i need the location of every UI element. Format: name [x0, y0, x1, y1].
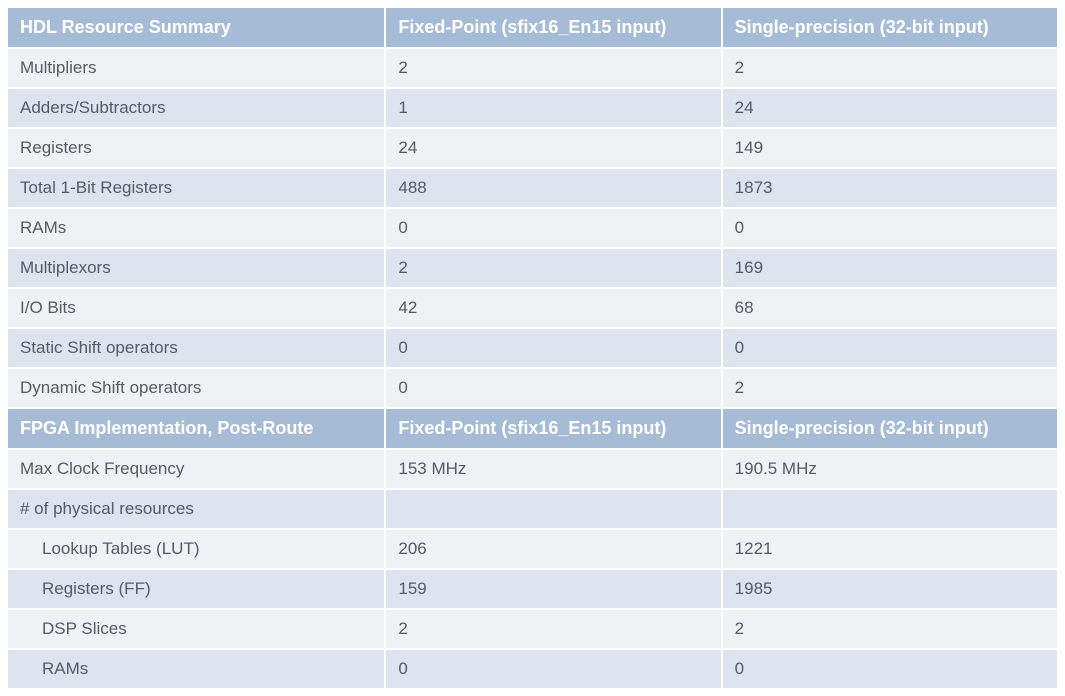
table-row: Total 1-Bit Registers4881873: [7, 168, 1058, 208]
row-label: Total 1-Bit Registers: [7, 168, 385, 208]
row-value-single: 68: [722, 288, 1058, 328]
row-label: Multiplexors: [7, 248, 385, 288]
row-value-fixed: 153 MHz: [385, 449, 721, 489]
table-row: Dynamic Shift operators02: [7, 368, 1058, 408]
row-value-single: 2: [722, 609, 1058, 649]
row-label: # of physical resources: [7, 489, 385, 529]
row-label: DSP Slices: [7, 609, 385, 649]
row-value-single: 0: [722, 328, 1058, 368]
row-value-single: 190.5 MHz: [722, 449, 1058, 489]
table-row: Lookup Tables (LUT)2061221: [7, 529, 1058, 569]
table-row: RAMs00: [7, 208, 1058, 248]
row-value-single: 1985: [722, 569, 1058, 609]
row-label: Dynamic Shift operators: [7, 368, 385, 408]
row-label: Static Shift operators: [7, 328, 385, 368]
row-value-single: 0: [722, 208, 1058, 248]
row-label: Registers (FF): [7, 569, 385, 609]
row-label: RAMs: [7, 649, 385, 689]
row-value-fixed: 159: [385, 569, 721, 609]
table-header-hdl-col-2: Single-precision (32-bit input): [722, 7, 1058, 48]
table-header-hdl-col-0: HDL Resource Summary: [7, 7, 385, 48]
table-row: Registers24149: [7, 128, 1058, 168]
table-header-fpga-col-1: Fixed-Point (sfix16_En15 input): [385, 408, 721, 449]
table-row: Adders/Subtractors124: [7, 88, 1058, 128]
row-value-fixed: 206: [385, 529, 721, 569]
row-value-single: 2: [722, 48, 1058, 88]
row-value-single: 149: [722, 128, 1058, 168]
row-value-fixed: 2: [385, 609, 721, 649]
row-value-fixed: 42: [385, 288, 721, 328]
row-value-fixed: 0: [385, 328, 721, 368]
table-row: Max Clock Frequency153 MHz190.5 MHz: [7, 449, 1058, 489]
row-value-single: 24: [722, 88, 1058, 128]
row-value-fixed: [385, 489, 721, 529]
row-value-fixed: 488: [385, 168, 721, 208]
table-header-fpga-col-2: Single-precision (32-bit input): [722, 408, 1058, 449]
row-value-single: [722, 489, 1058, 529]
row-value-fixed: 2: [385, 48, 721, 88]
table-row: I/O Bits4268: [7, 288, 1058, 328]
table-row: DSP Slices22: [7, 609, 1058, 649]
row-label: Max Clock Frequency: [7, 449, 385, 489]
table-header-fpga: FPGA Implementation, Post-RouteFixed-Poi…: [7, 408, 1058, 449]
table-header-fpga-col-0: FPGA Implementation, Post-Route: [7, 408, 385, 449]
row-label: Lookup Tables (LUT): [7, 529, 385, 569]
row-value-single: 1221: [722, 529, 1058, 569]
row-label: Adders/Subtractors: [7, 88, 385, 128]
table-header-hdl: HDL Resource SummaryFixed-Point (sfix16_…: [7, 7, 1058, 48]
table-row: Multiplexors2169: [7, 248, 1058, 288]
table-row: Static Shift operators00: [7, 328, 1058, 368]
row-value-single: 169: [722, 248, 1058, 288]
row-value-fixed: 0: [385, 368, 721, 408]
table-row: Registers (FF)1591985: [7, 569, 1058, 609]
row-label: I/O Bits: [7, 288, 385, 328]
table-header-hdl-col-1: Fixed-Point (sfix16_En15 input): [385, 7, 721, 48]
row-value-fixed: 24: [385, 128, 721, 168]
row-value-fixed: 0: [385, 649, 721, 689]
table-row: Multipliers22: [7, 48, 1058, 88]
row-value-fixed: 2: [385, 248, 721, 288]
row-value-single: 0: [722, 649, 1058, 689]
row-label: Registers: [7, 128, 385, 168]
table-row: # of physical resources: [7, 489, 1058, 529]
row-value-fixed: 1: [385, 88, 721, 128]
table-row: RAMs00: [7, 649, 1058, 689]
row-value-single: 2: [722, 368, 1058, 408]
row-value-single: 1873: [722, 168, 1058, 208]
row-label: RAMs: [7, 208, 385, 248]
resource-comparison-table: HDL Resource SummaryFixed-Point (sfix16_…: [6, 6, 1059, 690]
row-label: Multipliers: [7, 48, 385, 88]
row-value-fixed: 0: [385, 208, 721, 248]
